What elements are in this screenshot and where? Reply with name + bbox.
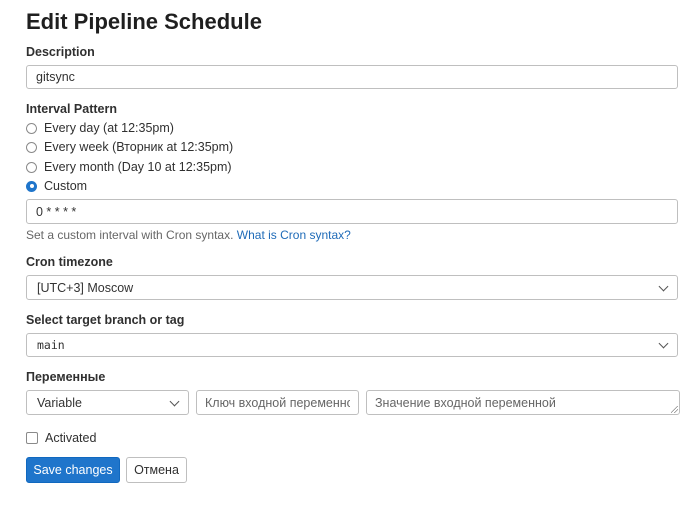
variable-key-input[interactable]	[196, 390, 359, 415]
radio-every-week[interactable]: Every week (Вторник at 12:35pm)	[26, 139, 233, 155]
activated-label: Activated	[45, 431, 97, 445]
target-branch-value: main	[37, 338, 65, 352]
cron-help-description: Set a custom interval with Cron syntax.	[26, 228, 234, 242]
target-branch-select[interactable]: main	[26, 333, 678, 357]
description-label: Description	[26, 45, 95, 59]
radio-every-day[interactable]: Every day (at 12:35pm)	[26, 120, 174, 136]
chevron-down-icon	[658, 281, 669, 291]
variable-value-input[interactable]	[366, 390, 680, 415]
save-changes-button[interactable]: Save changes	[26, 457, 120, 483]
radio-custom[interactable]: Custom	[26, 178, 87, 194]
chevron-down-icon	[169, 396, 180, 406]
radio-every-day-label: Every day (at 12:35pm)	[44, 121, 174, 135]
page-title: Edit Pipeline Schedule	[26, 9, 262, 34]
cron-syntax-link[interactable]: What is Cron syntax?	[237, 228, 351, 242]
cron-help-text: Set a custom interval with Cron syntax. …	[26, 228, 351, 242]
variable-type-select[interactable]: Variable	[26, 390, 189, 415]
radio-every-month-indicator[interactable]	[26, 161, 37, 173]
radio-every-day-indicator[interactable]	[26, 122, 37, 134]
interval-pattern-label: Interval Pattern	[26, 102, 118, 116]
variable-type-value: Variable	[37, 395, 82, 410]
radio-every-month-label: Every month (Day 10 at 12:35pm)	[44, 160, 232, 174]
resize-handle-icon[interactable]	[671, 406, 678, 413]
radio-every-week-label: Every week (Вторник at 12:35pm)	[44, 140, 234, 154]
cancel-button[interactable]: Отмена	[126, 457, 187, 483]
chevron-down-icon	[658, 338, 669, 349]
radio-every-week-indicator[interactable]	[26, 141, 37, 153]
activated-checkbox-row[interactable]: Activated	[26, 430, 96, 446]
description-input[interactable]	[26, 65, 678, 89]
radio-custom-label: Custom	[44, 179, 88, 193]
radio-custom-indicator[interactable]	[26, 180, 37, 192]
variables-label: Переменные	[26, 370, 106, 384]
cron-timezone-select[interactable]: [UTC+3] Moscow	[26, 275, 678, 300]
cron-custom-input[interactable]	[26, 199, 678, 224]
cron-timezone-value: [UTC+3] Moscow	[37, 280, 134, 295]
target-branch-label: Select target branch or tag	[26, 313, 185, 327]
cron-timezone-label: Cron timezone	[26, 255, 113, 269]
radio-every-month[interactable]: Every month (Day 10 at 12:35pm)	[26, 159, 232, 175]
activated-checkbox[interactable]	[26, 432, 38, 444]
